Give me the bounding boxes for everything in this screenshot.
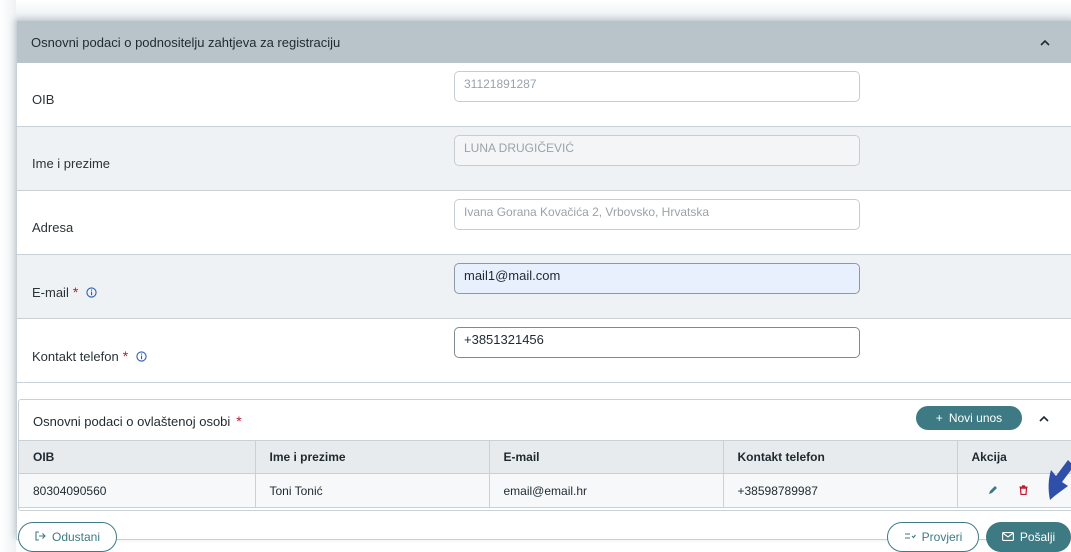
field-label-name: Ime i prezime bbox=[32, 156, 110, 171]
info-icon[interactable] bbox=[86, 286, 97, 298]
label-text: Kontakt telefon bbox=[32, 348, 119, 364]
form-row-oib: OIB 31121891287 bbox=[17, 63, 1071, 127]
label-text: E-mail bbox=[32, 284, 69, 300]
title-text: Osnovni podaci o ovlaštenoj osobi bbox=[33, 413, 231, 429]
info-icon[interactable] bbox=[136, 350, 147, 362]
authorized-section-title: Osnovni podaci o ovlaštenoj osobi * bbox=[33, 413, 242, 429]
form-row-name: Ime i prezime LUNA DRUGIČEVIĆ bbox=[17, 127, 1071, 191]
plus-icon: + bbox=[935, 411, 943, 425]
cancel-button[interactable]: Odustani bbox=[18, 522, 117, 552]
cancel-label: Odustani bbox=[51, 530, 101, 544]
table-header-row: OIB Ime i prezime E-mail Kontakt telefon… bbox=[19, 440, 1071, 474]
cell-phone: +38598789987 bbox=[723, 473, 958, 508]
form-row-phone: Kontakt telefon * +3851321456 bbox=[17, 319, 1071, 383]
required-asterisk: * bbox=[122, 348, 129, 364]
label-text: OIB bbox=[32, 92, 55, 107]
registration-panel: Osnovni podaci o podnositelju zahtjeva z… bbox=[16, 20, 1071, 540]
add-new-entry-button[interactable]: + Novi unos bbox=[916, 406, 1022, 430]
label-text: Ime i prezime bbox=[32, 156, 111, 171]
exit-icon bbox=[35, 530, 46, 544]
pointer-arrow-icon bbox=[1048, 460, 1071, 500]
check-list-icon bbox=[904, 530, 916, 544]
table-row: 80304090560 Toni Tonić email@email.hr +3… bbox=[19, 473, 1071, 508]
send-label: Pošalji bbox=[1019, 530, 1056, 544]
form-row-email: E-mail * mail1@mail.com bbox=[17, 255, 1071, 319]
oib-field[interactable]: 31121891287 bbox=[454, 71, 860, 102]
form-row-address: Adresa Ivana Gorana Kovačića 2, Vrbovsko… bbox=[17, 191, 1071, 255]
name-field[interactable]: LUNA DRUGIČEVIĆ bbox=[454, 135, 860, 166]
column-header-oib[interactable]: OIB bbox=[19, 440, 256, 474]
delete-trash-icon[interactable] bbox=[1019, 484, 1028, 498]
field-label-email: E-mail * bbox=[32, 284, 97, 300]
email-field[interactable]: mail1@mail.com bbox=[454, 263, 860, 294]
send-button[interactable]: Pošalji bbox=[986, 522, 1071, 552]
column-header-name[interactable]: Ime i prezime bbox=[255, 440, 490, 474]
cell-oib: 80304090560 bbox=[19, 473, 256, 508]
label-text: Adresa bbox=[32, 220, 74, 235]
window-backdrop-top bbox=[0, 0, 1071, 22]
chevron-up-icon[interactable] bbox=[1038, 414, 1050, 422]
chevron-up-icon[interactable] bbox=[1039, 38, 1051, 46]
authorized-person-card: Osnovni podaci o ovlaštenoj osobi * + No… bbox=[18, 399, 1071, 511]
check-button[interactable]: Provjeri bbox=[887, 522, 979, 552]
cell-email: email@email.hr bbox=[489, 473, 724, 508]
column-header-phone[interactable]: Kontakt telefon bbox=[723, 440, 958, 474]
check-label: Provjeri bbox=[921, 530, 963, 544]
column-header-email[interactable]: E-mail bbox=[489, 440, 724, 474]
required-asterisk: * bbox=[72, 284, 79, 300]
window-backdrop-left bbox=[0, 0, 16, 552]
section-header[interactable]: Osnovni podaci o podnositelju zahtjeva z… bbox=[17, 21, 1071, 63]
mail-icon bbox=[1001, 530, 1014, 544]
add-button-label: Novi unos bbox=[948, 411, 1003, 425]
field-label-oib: OIB bbox=[32, 92, 54, 107]
required-asterisk: * bbox=[236, 413, 242, 429]
field-label-phone: Kontakt telefon * bbox=[32, 348, 147, 364]
authorized-persons-table: OIB Ime i prezime E-mail Kontakt telefon… bbox=[19, 440, 1071, 508]
address-field[interactable]: Ivana Gorana Kovačića 2, Vrbovsko, Hrvat… bbox=[454, 199, 860, 230]
phone-field[interactable]: +3851321456 bbox=[454, 327, 860, 358]
field-label-address: Adresa bbox=[32, 220, 73, 235]
cell-name: Toni Tonić bbox=[255, 473, 490, 508]
edit-pencil-icon[interactable] bbox=[988, 484, 998, 498]
section-title: Osnovni podaci o podnositelju zahtjeva z… bbox=[31, 34, 341, 50]
